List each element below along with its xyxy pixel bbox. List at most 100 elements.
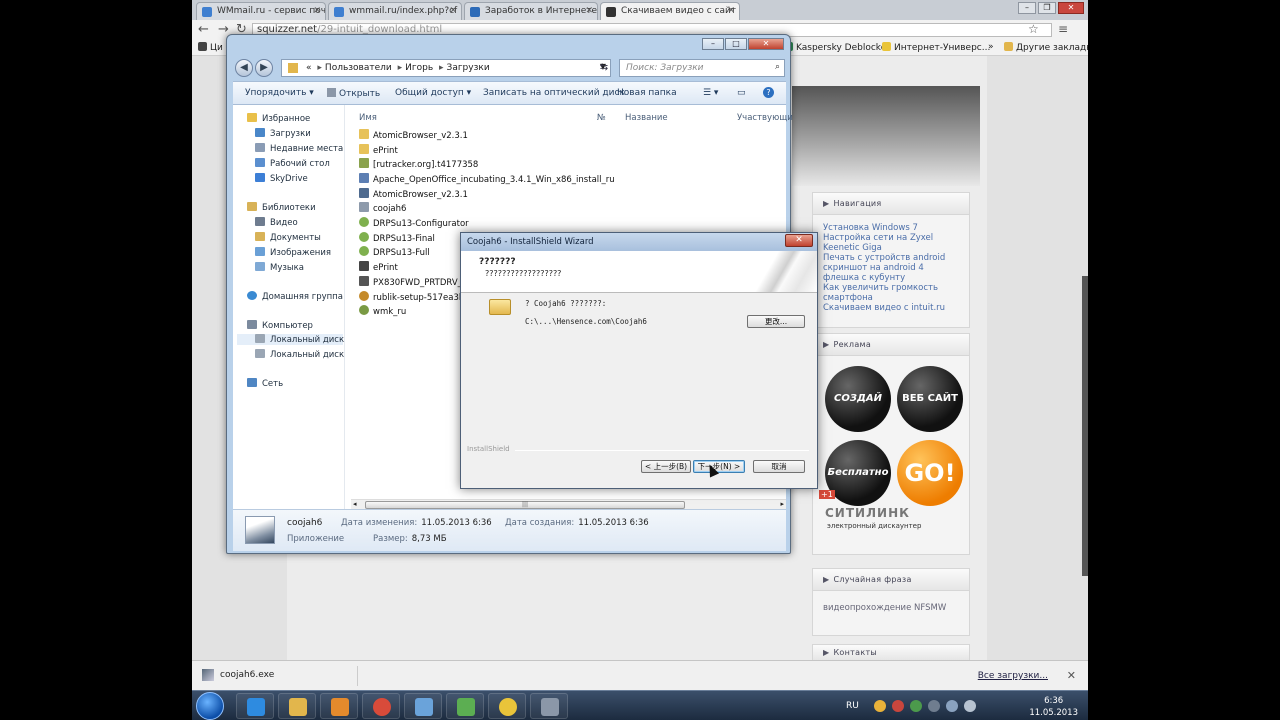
column-header-name[interactable]: Имя xyxy=(359,113,377,123)
nav-link[interactable]: Как увеличить громкость xyxy=(823,283,963,293)
scroll-right-icon[interactable]: ▸ xyxy=(780,500,784,508)
taskbar-app-mail[interactable] xyxy=(404,693,442,719)
new-folder-button[interactable]: Новая папка xyxy=(617,88,677,98)
tab-close-icon[interactable]: ✕ xyxy=(313,6,321,16)
nav-link[interactable]: скриншот на android 4 xyxy=(823,263,963,273)
show-all-downloads-link[interactable]: Все загрузки... xyxy=(978,671,1048,681)
tab-close-icon[interactable]: ✕ xyxy=(449,6,457,16)
nav-link[interactable]: смартфона xyxy=(823,293,963,303)
start-button[interactable] xyxy=(196,692,224,720)
nav-computer[interactable]: Компьютер xyxy=(247,320,313,331)
nav-link[interactable]: Keenetic Giga xyxy=(823,243,963,253)
bookmarks-overflow[interactable]: » xyxy=(988,42,994,52)
nav-video[interactable]: Видео xyxy=(255,217,298,228)
ad-banner[interactable]: СОЗДАЙ ВЕБ САЙТ Бесплатно GO! +1 СИТИЛИН… xyxy=(813,356,969,530)
taskbar-app-yellow[interactable] xyxy=(488,693,526,719)
network-tray-icon[interactable] xyxy=(946,700,958,712)
file-row[interactable]: rublik-setup-517ea3bcd xyxy=(359,291,474,303)
path-segment[interactable]: « xyxy=(306,63,312,73)
nav-link[interactable]: Настройка сети на Zyxel xyxy=(823,233,963,243)
tab-close-icon[interactable]: ✕ xyxy=(585,6,593,16)
file-row[interactable]: [rutracker.org].t4177358 xyxy=(359,158,478,170)
change-button[interactable]: 更改... xyxy=(747,315,805,328)
taskbar-app-installer[interactable] xyxy=(530,693,568,719)
nav-link[interactable]: Печать с устройств android xyxy=(823,253,963,263)
tray-icon[interactable] xyxy=(892,700,904,712)
refresh-icon[interactable]: ⇆ xyxy=(595,59,613,77)
nav-link[interactable]: Установка Windows 7 xyxy=(823,223,963,233)
next-button[interactable]: 下一步(N) > xyxy=(693,460,745,473)
browser-tab-3[interactable]: Заработок в Интернете | ✕ xyxy=(464,2,598,20)
browser-tab-1[interactable]: WMmail.ru - сервис поч ✕ xyxy=(196,2,326,20)
file-row[interactable]: AtomicBrowser_v2.3.1 xyxy=(359,129,468,141)
organize-button[interactable]: Упорядочить ▾ xyxy=(245,88,314,98)
plus-one-icon[interactable]: +1 xyxy=(819,490,835,499)
maximize-icon[interactable]: □ xyxy=(725,38,747,50)
language-indicator[interactable]: RU xyxy=(846,701,859,711)
column-header-title[interactable]: Название xyxy=(625,113,668,123)
preview-pane-icon[interactable]: ▭ xyxy=(737,88,746,98)
volume-icon[interactable] xyxy=(964,700,976,712)
taskbar-app-explorer[interactable] xyxy=(278,693,316,719)
file-row[interactable]: ePrint xyxy=(359,261,398,273)
horizontal-scrollbar[interactable]: ◂ ||| ▸ xyxy=(351,499,786,509)
file-row[interactable]: wmk_ru xyxy=(359,305,406,317)
nav-link[interactable]: Скачиваем видео с intuit.ru xyxy=(823,303,963,313)
nav-link[interactable]: флешка с кубунту xyxy=(823,273,963,283)
taskbar-app-media[interactable] xyxy=(320,693,358,719)
taskbar-app-network[interactable] xyxy=(446,693,484,719)
close-icon[interactable]: ✕ xyxy=(1058,2,1084,14)
taskbar-app-ie[interactable] xyxy=(236,693,274,719)
forward-arrow-icon[interactable]: ▶ xyxy=(255,59,273,77)
taskbar-app-chrome[interactable] xyxy=(362,693,400,719)
nav-pictures[interactable]: Изображения xyxy=(255,247,331,258)
minimize-icon[interactable]: – xyxy=(1018,2,1036,14)
burn-button[interactable]: Записать на оптический диск xyxy=(483,88,625,98)
tab-close-icon[interactable]: ✕ xyxy=(727,6,735,16)
minimize-icon[interactable]: – xyxy=(702,38,724,50)
nav-favorites[interactable]: Избранное xyxy=(247,113,310,124)
file-row[interactable]: PX830FWD_PRTDRV_6.9 xyxy=(359,276,475,288)
path-segment[interactable]: Загрузки xyxy=(447,63,490,73)
path-segment[interactable]: Пользователи xyxy=(325,63,392,73)
scrollbar-thumb[interactable]: ||| xyxy=(365,501,685,509)
nav-music[interactable]: Музыка xyxy=(255,262,304,273)
back-arrow-icon[interactable]: ← xyxy=(198,22,209,37)
nav-skydrive[interactable]: SkyDrive xyxy=(255,173,308,184)
menu-icon[interactable]: ≡ xyxy=(1058,22,1068,36)
file-row[interactable]: Apache_OpenOffice_incubating_3.4.1_Win_x… xyxy=(359,173,615,185)
close-icon[interactable]: ✕ xyxy=(748,38,784,50)
file-row[interactable]: coojah6 xyxy=(359,202,406,214)
file-row[interactable]: DRPSu13-Final xyxy=(359,232,435,244)
cancel-button[interactable]: 取消 xyxy=(753,460,805,473)
browser-tab-4-active[interactable]: Скачиваем видео с сайт ✕ xyxy=(600,2,740,21)
scroll-left-icon[interactable]: ◂ xyxy=(353,500,357,508)
back-arrow-icon[interactable]: ◀ xyxy=(235,59,253,77)
open-button[interactable]: Открыть xyxy=(327,88,380,99)
file-row[interactable]: AtomicBrowser_v2.3.1 xyxy=(359,188,468,200)
share-button[interactable]: Общий доступ ▾ xyxy=(395,88,471,98)
restore-icon[interactable]: ❐ xyxy=(1038,2,1056,14)
nav-desktop[interactable]: Рабочий стол xyxy=(255,158,330,169)
nav-network[interactable]: Сеть xyxy=(247,378,283,389)
nav-downloads[interactable]: Загрузки xyxy=(255,128,311,139)
tray-icon[interactable] xyxy=(928,700,940,712)
close-icon[interactable]: ✕ xyxy=(1067,669,1076,682)
column-header-number[interactable]: № xyxy=(597,113,606,123)
download-item[interactable]: coojah6.exe xyxy=(198,666,358,686)
view-options-icon[interactable]: ☰ ▾ xyxy=(703,88,718,98)
file-row[interactable]: DRPSu13-Full xyxy=(359,246,430,258)
close-icon[interactable]: ✕ xyxy=(785,234,813,247)
tray-icon[interactable] xyxy=(910,700,922,712)
column-header-artists[interactable]: Участвующи xyxy=(737,113,793,123)
nav-homegroup[interactable]: Домашняя группа xyxy=(247,291,343,302)
star-icon[interactable]: ☆ xyxy=(1028,22,1039,36)
nav-drive-c[interactable]: Локальный диск (C xyxy=(237,334,344,345)
help-icon[interactable]: ? xyxy=(763,87,774,98)
bookmark-other[interactable]: Другие закладки xyxy=(1004,42,1088,53)
clock[interactable]: 6:36 11.05.2013 xyxy=(1029,695,1078,719)
file-row[interactable]: DRPSu13-Configurator xyxy=(359,217,469,229)
path-segment[interactable]: Игорь xyxy=(405,63,433,73)
browser-tab-2[interactable]: wmmail.ru/index.php?cf ✕ xyxy=(328,2,462,20)
bookmark-partial[interactable]: Ци xyxy=(198,42,223,53)
